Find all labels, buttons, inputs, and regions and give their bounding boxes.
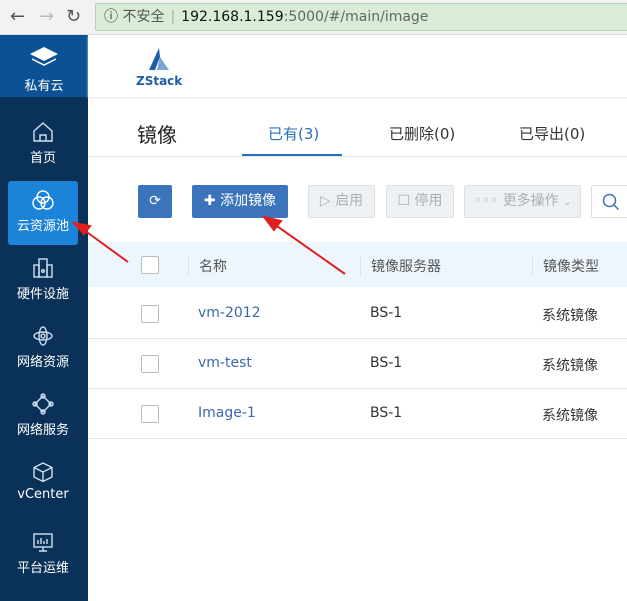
stop-icon: ☐ — [397, 193, 411, 209]
brand-label: 私有云 — [24, 79, 64, 94]
brand[interactable]: 私有云 — [0, 35, 88, 97]
add-image-label: 添加镜像 — [220, 193, 277, 209]
image-type: 系统镜像 — [542, 408, 598, 424]
enable-label: 启用 — [335, 193, 364, 209]
sidebar-item-network-service[interactable]: 网络服务 — [8, 385, 78, 449]
sidebar-item-label: 网络服务 — [16, 423, 69, 438]
image-name-link[interactable]: vm-2012 — [198, 305, 261, 321]
sidebar: 私有云 首页 云资源池 硬件设施 网络资源 网络服务 vCenter 平台运维 — [0, 35, 88, 601]
active-tab-indicator — [242, 154, 342, 156]
logo-text: ZStack — [136, 74, 183, 88]
column-name[interactable]: 名称 — [188, 256, 227, 276]
refresh-icon: ⟳ — [149, 193, 161, 209]
sidebar-item-label: 首页 — [29, 151, 56, 166]
row-checkbox[interactable] — [141, 405, 159, 423]
row-checkbox[interactable] — [141, 305, 159, 323]
insecure-label: 不安全 — [122, 9, 165, 25]
image-server: BS-1 — [370, 405, 403, 421]
tab-exported[interactable]: 已导出(0) — [519, 123, 585, 144]
tab-deleted[interactable]: 已删除(0) — [389, 123, 455, 144]
image-server: BS-1 — [370, 305, 403, 321]
table-row[interactable]: vm-2012 BS-1 系统镜像 — [88, 289, 627, 339]
browser-toolbar: ← → ↻ ⓘ 不安全 | 192.168.1.159:5000/#/main/im… — [0, 0, 627, 35]
more-actions-label: 更多操作 — [502, 193, 559, 209]
dots-icon: ◦◦◦ — [473, 193, 499, 209]
cube-icon — [33, 462, 53, 483]
info-icon[interactable]: ⓘ — [104, 9, 118, 25]
back-icon[interactable]: ← — [10, 6, 25, 27]
arrowhead — [261, 215, 283, 232]
sidebar-item-resource-pool[interactable]: 云资源池 — [8, 181, 78, 245]
network-icon — [33, 326, 53, 346]
sidebar-item-vcenter[interactable]: vCenter — [8, 453, 78, 517]
table-header: 名称 镜像服务器 镜像类型 — [88, 242, 627, 287]
resource-pool-icon — [32, 190, 54, 210]
search-button[interactable] — [591, 185, 627, 218]
home-icon — [33, 122, 53, 142]
table-row[interactable]: vm-test BS-1 系统镜像 — [88, 339, 627, 389]
image-name-link[interactable]: Image-1 — [198, 405, 256, 421]
row-checkbox[interactable] — [141, 355, 159, 373]
image-type: 系统镜像 — [542, 308, 598, 324]
sidebar-item-hardware[interactable]: 硬件设施 — [8, 249, 78, 313]
column-type[interactable]: 镜像类型 — [532, 256, 599, 276]
url-path: :5000/#/main/image — [283, 9, 429, 25]
layers-icon — [30, 47, 58, 66]
disable-button[interactable]: ☐ 停用 — [386, 185, 454, 218]
sidebar-item-home[interactable]: 首页 — [8, 113, 78, 177]
title-row: 镜像 已有(3) 已删除(0) 已导出(0) — [88, 97, 627, 157]
add-image-button[interactable]: ✚ 添加镜像 — [192, 185, 288, 218]
sidebar-item-network-resource[interactable]: 网络资源 — [8, 317, 78, 381]
sidebar-item-label: 网络资源 — [16, 355, 69, 370]
sidebar-item-label: 平台运维 — [16, 561, 69, 576]
image-name-link[interactable]: vm-test — [198, 355, 252, 371]
play-icon: ▷ — [319, 193, 331, 209]
refresh-button[interactable]: ⟳ — [138, 185, 172, 218]
sidebar-item-label: vCenter — [17, 487, 69, 502]
search-icon — [602, 193, 620, 211]
column-server[interactable]: 镜像服务器 — [360, 256, 441, 276]
image-server: BS-1 — [370, 355, 403, 371]
zstack-logo-icon — [149, 48, 170, 70]
top-header: ZStack — [88, 35, 627, 97]
chevron-down-icon: ⌄ — [563, 197, 572, 208]
forward-icon[interactable]: → — [39, 6, 54, 27]
network-service-icon — [32, 393, 54, 415]
plus-icon: ✚ — [203, 193, 216, 209]
zstack-logo[interactable]: ZStack — [136, 47, 182, 88]
table-row[interactable]: Image-1 BS-1 系统镜像 — [88, 389, 627, 439]
disable-label: 停用 — [414, 193, 443, 209]
url-host: 192.168.1.159 — [181, 9, 284, 25]
more-actions-button[interactable]: ◦◦◦ 更多操作 ⌄ — [464, 185, 581, 218]
enable-button[interactable]: ▷ 启用 — [308, 185, 375, 218]
building-icon — [33, 258, 53, 278]
tab-existing[interactable]: 已有(3) — [268, 123, 319, 144]
address-bar[interactable]: ⓘ 不安全 | 192.168.1.159:5000/#/main/image — [95, 3, 627, 31]
monitor-icon — [33, 533, 53, 552]
reload-icon[interactable]: ↻ — [66, 6, 81, 27]
sidebar-item-label: 硬件设施 — [16, 287, 69, 302]
image-type: 系统镜像 — [542, 358, 598, 374]
page-title: 镜像 — [137, 123, 177, 147]
sidebar-item-label: 云资源池 — [16, 219, 69, 234]
select-all-checkbox[interactable] — [141, 256, 159, 274]
sidebar-item-ops[interactable]: 平台运维 — [8, 523, 78, 587]
